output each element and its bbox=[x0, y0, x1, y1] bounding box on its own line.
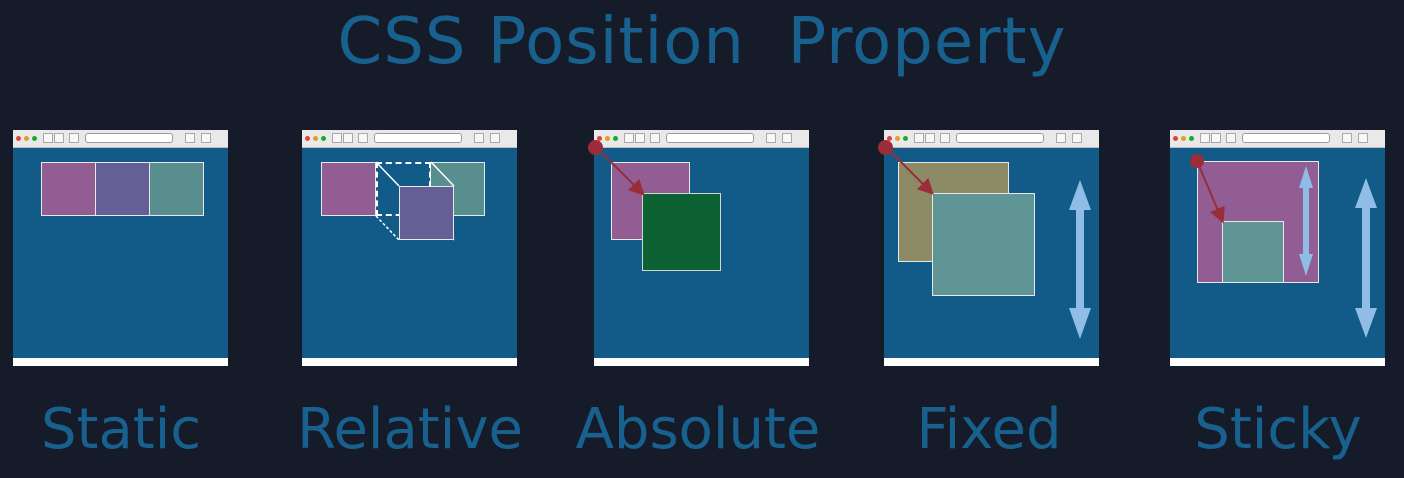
green-absolute-box bbox=[642, 193, 721, 271]
pink-box bbox=[41, 162, 96, 216]
label-static: Static bbox=[40, 397, 202, 462]
tabs-icon bbox=[1358, 133, 1368, 143]
share-icon bbox=[766, 133, 776, 143]
browser-toolbar bbox=[594, 130, 809, 148]
browser-viewport bbox=[1170, 148, 1385, 358]
browser-toolbar bbox=[13, 130, 228, 148]
forward-icon bbox=[635, 133, 645, 143]
teal-fixed-box bbox=[932, 193, 1035, 296]
share-icon bbox=[1056, 133, 1066, 143]
back-icon bbox=[332, 133, 342, 143]
minimize-dot-icon bbox=[895, 136, 900, 141]
browser-viewport bbox=[594, 148, 809, 358]
browser-toolbar bbox=[302, 130, 517, 148]
maximize-dot-icon bbox=[613, 136, 618, 141]
back-icon bbox=[43, 133, 53, 143]
label-absolute: Absolute bbox=[575, 397, 821, 462]
relative-browser-window bbox=[302, 130, 517, 366]
share-icon bbox=[474, 133, 484, 143]
address-bar bbox=[374, 133, 462, 143]
maximize-dot-icon bbox=[32, 136, 37, 141]
scroll-arrow-icon bbox=[1069, 180, 1091, 339]
pink-box bbox=[321, 162, 376, 216]
browser-footer bbox=[13, 358, 228, 366]
absolute-browser-window bbox=[588, 130, 809, 366]
back-icon bbox=[624, 133, 634, 143]
sidebar-icon bbox=[940, 133, 950, 143]
teal-box bbox=[149, 162, 204, 216]
sidebar-icon bbox=[650, 133, 660, 143]
share-icon bbox=[185, 133, 195, 143]
tabs-icon bbox=[490, 133, 500, 143]
browser-toolbar bbox=[884, 130, 1099, 148]
label-relative: Relative bbox=[297, 397, 523, 462]
static-browser-window bbox=[13, 130, 228, 366]
share-icon bbox=[1342, 133, 1352, 143]
page-title: CSS Position Property bbox=[337, 5, 1067, 79]
browser-viewport bbox=[13, 148, 228, 358]
address-bar bbox=[666, 133, 754, 143]
tabs-icon bbox=[1072, 133, 1082, 143]
tabs-icon bbox=[782, 133, 792, 143]
sidebar-icon bbox=[1226, 133, 1236, 143]
forward-icon bbox=[54, 133, 64, 143]
minimize-dot-icon bbox=[313, 136, 318, 141]
browser-footer bbox=[594, 358, 809, 366]
sticky-browser-window bbox=[1170, 130, 1385, 366]
forward-icon bbox=[343, 133, 353, 143]
back-icon bbox=[914, 133, 924, 143]
browser-viewport bbox=[302, 148, 517, 358]
teal-sticky-box bbox=[1222, 221, 1284, 283]
minimize-dot-icon bbox=[24, 136, 29, 141]
minimize-dot-icon bbox=[605, 136, 610, 141]
tabs-icon bbox=[201, 133, 211, 143]
browser-footer bbox=[302, 358, 517, 366]
close-dot-icon bbox=[16, 136, 21, 141]
label-sticky: Sticky bbox=[1194, 397, 1362, 462]
minimize-dot-icon bbox=[1181, 136, 1186, 141]
back-icon bbox=[1200, 133, 1210, 143]
scroll-arrow-icon bbox=[1355, 178, 1377, 338]
sidebar-icon bbox=[358, 133, 368, 143]
address-bar bbox=[1242, 133, 1330, 143]
maximize-dot-icon bbox=[903, 136, 908, 141]
sidebar-icon bbox=[69, 133, 79, 143]
fixed-browser-window bbox=[878, 130, 1099, 366]
maximize-dot-icon bbox=[1189, 136, 1194, 141]
label-fixed: Fixed bbox=[916, 397, 1062, 462]
address-bar bbox=[85, 133, 173, 143]
origin-marker-icon bbox=[588, 140, 603, 155]
close-dot-icon bbox=[305, 136, 310, 141]
origin-marker-icon bbox=[878, 140, 893, 155]
browser-footer bbox=[1170, 358, 1385, 366]
close-dot-icon bbox=[1173, 136, 1178, 141]
purple-box bbox=[95, 162, 150, 216]
purple-box-offset bbox=[399, 186, 454, 240]
browser-viewport bbox=[884, 148, 1099, 358]
browser-footer bbox=[884, 358, 1099, 366]
address-bar bbox=[956, 133, 1044, 143]
browser-toolbar bbox=[1170, 130, 1385, 148]
forward-icon bbox=[925, 133, 935, 143]
maximize-dot-icon bbox=[321, 136, 326, 141]
forward-icon bbox=[1211, 133, 1221, 143]
